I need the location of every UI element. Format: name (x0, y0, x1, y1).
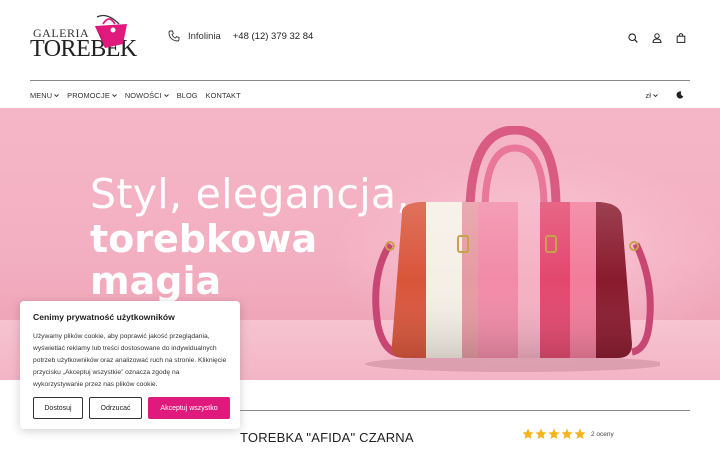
cookie-consent-dialog: Cenimy prywatność użytkowników Używamy p… (20, 301, 240, 429)
reject-button[interactable]: Odrzucać (89, 397, 142, 419)
contact-label: Infolinia (188, 30, 221, 42)
review-count[interactable]: 2 oceny (591, 431, 614, 438)
nav-item-label: KONTAKT (205, 90, 241, 100)
currency-select[interactable]: zł (645, 91, 658, 100)
header-divider (30, 80, 690, 81)
star-icon (522, 428, 534, 440)
nav-item-menu[interactable]: MENU (30, 91, 59, 100)
chevron-down-icon (653, 93, 658, 97)
cookie-buttons: Dostosuj Odrzucać Akceptuj wszystko (33, 397, 230, 419)
phone-number-link[interactable]: +48 (12) 379 32 84 (233, 31, 314, 42)
customize-button[interactable]: Dostosuj (33, 397, 83, 419)
moon-icon[interactable] (676, 91, 684, 99)
bag-icon[interactable] (676, 33, 686, 43)
main-nav: MENU PROMOCJE NOWOŚCI BLOG KONTAKT (30, 89, 241, 101)
nav-item-blog[interactable]: BLOG (177, 91, 198, 100)
logo-bag-icon (95, 14, 127, 48)
nav-item-promocje[interactable]: PROMOCJE (67, 91, 117, 100)
nav-item-kontakt[interactable]: KONTAKT (206, 91, 241, 100)
chevron-down-icon (112, 93, 117, 97)
user-icon[interactable] (652, 33, 662, 43)
handbag-image (365, 126, 660, 372)
star-icon (535, 428, 547, 440)
product-rating (522, 428, 586, 440)
nav-item-label: MENU (30, 90, 53, 100)
product-title[interactable]: TOREBKA "AFIDA" CZARNA (240, 430, 414, 445)
nav-item-nowosci[interactable]: NOWOŚCI (125, 91, 169, 100)
site-header: GALERIA TOREBEK Infolinia +48 (12) 379 3… (0, 0, 720, 80)
chevron-down-icon (54, 93, 59, 97)
cookie-title: Cenimy prywatność użytkowników (33, 312, 175, 322)
currency-value: zł (645, 90, 651, 100)
contact-info: Infolinia +48 (12) 379 32 84 (168, 29, 313, 43)
nav-right-controls: zł (645, 89, 684, 101)
site-logo[interactable]: GALERIA TOREBEK (30, 14, 137, 66)
product-divider (240, 410, 690, 411)
star-icon (548, 428, 560, 440)
search-icon[interactable] (628, 33, 638, 43)
phone-icon (168, 30, 180, 42)
nav-item-label: PROMOCJE (67, 90, 110, 100)
cookie-text: Używamy plików cookie, aby poprawić jako… (33, 333, 227, 388)
nav-item-label: BLOG (176, 90, 198, 100)
header-actions (628, 33, 686, 43)
accept-all-button[interactable]: Akceptuj wszystko (148, 397, 230, 419)
star-icon (561, 428, 573, 440)
star-icon (574, 428, 586, 440)
nav-item-label: NOWOŚCI (124, 90, 162, 100)
chevron-down-icon (163, 93, 169, 97)
